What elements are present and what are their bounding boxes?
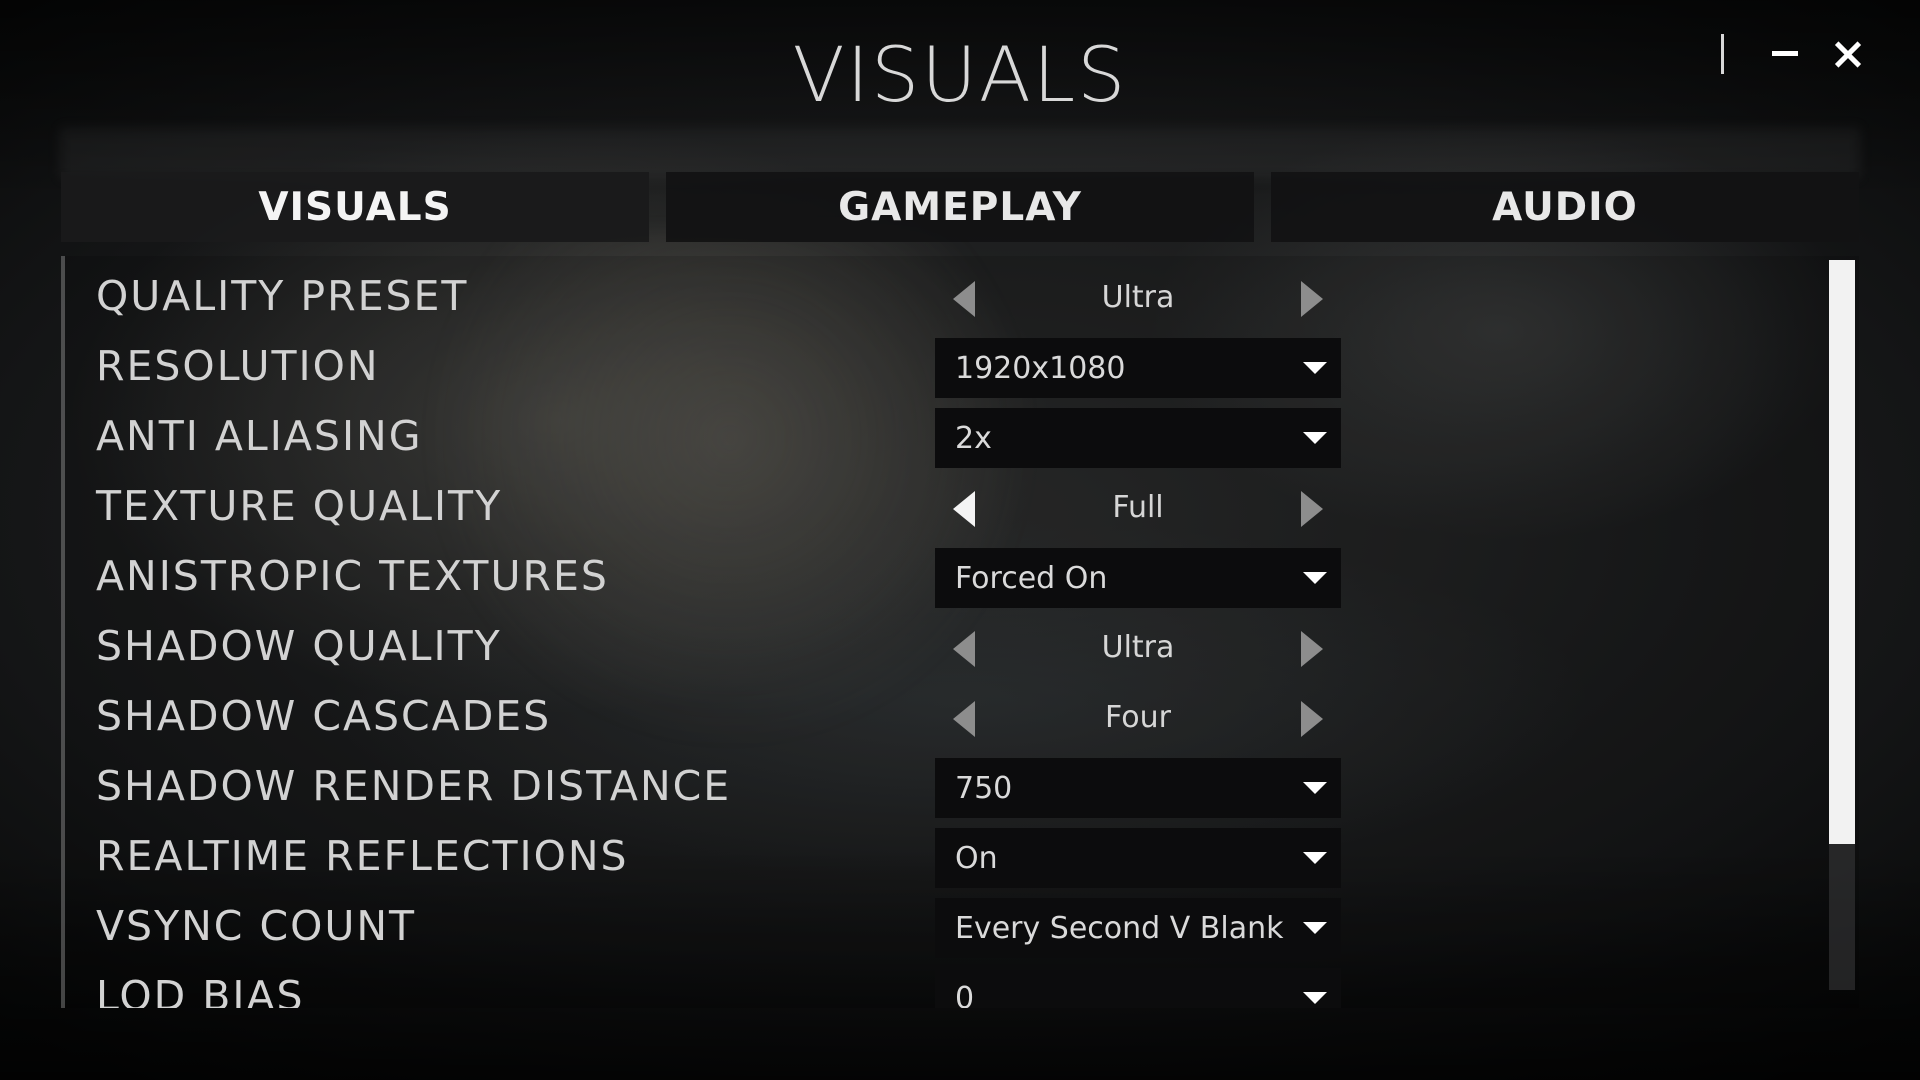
caret-down-icon [1303,922,1327,934]
shadow-cascades-stepper: Four [935,690,1341,748]
anti-aliasing-dropdown[interactable]: 2x [935,408,1341,468]
tab-audio[interactable]: AUDIO [1271,172,1859,242]
shadow-render-distance-dropdown[interactable]: 750 [935,758,1341,818]
dropdown-value: 750 [955,771,1013,806]
dropdown-value: Every Second V Blank [955,911,1284,946]
setting-row-shadow-quality: SHADOW QUALITY Ultra [61,614,1821,684]
texture-quality-stepper: Full [935,480,1341,538]
vsync-count-dropdown[interactable]: Every Second V Blank [935,898,1341,958]
dropdown-value: 1920x1080 [955,351,1126,386]
scrollbar-thumb[interactable] [1829,260,1855,844]
caret-down-icon [1303,992,1327,1004]
realtime-reflections-dropdown[interactable]: On [935,828,1341,888]
caret-down-icon [1303,782,1327,794]
setting-label: VSYNC COUNT [96,902,417,950]
minimize-icon [1772,51,1798,56]
arrow-left-icon[interactable] [943,491,983,527]
setting-row-anistropic-textures: ANISTROPIC TEXTURES Forced On [61,544,1821,614]
setting-row-quality-preset: QUALITY PRESET Ultra [61,264,1821,334]
setting-label: SHADOW RENDER DISTANCE [96,762,732,810]
minimize-button[interactable] [1764,34,1804,74]
setting-row-shadow-cascades: SHADOW CASCADES Four [61,684,1821,754]
resolution-dropdown[interactable]: 1920x1080 [935,338,1341,398]
window-controls-divider [1721,34,1724,74]
setting-row-shadow-render-distance: SHADOW RENDER DISTANCE 750 [61,754,1821,824]
arrow-left-icon[interactable] [943,701,983,737]
setting-label: SHADOW CASCADES [96,692,552,740]
setting-row-vsync-count: VSYNC COUNT Every Second V Blank [61,894,1821,964]
caret-down-icon [1303,852,1327,864]
stepper-value: Ultra [1101,280,1175,315]
settings-screen: VISUALS VISUALS GAMEPLAY AUDIO QUALITY P… [0,0,1920,1080]
arrow-right-icon[interactable] [1293,281,1333,317]
arrow-right-icon[interactable] [1293,491,1333,527]
setting-label: REALTIME REFLECTIONS [96,832,629,880]
tab-visuals[interactable]: VISUALS [61,172,649,242]
caret-down-icon [1303,572,1327,584]
anistropic-textures-dropdown[interactable]: Forced On [935,548,1341,608]
quality-preset-stepper: Ultra [935,270,1341,328]
window-controls [1721,34,1868,74]
setting-row-resolution: RESOLUTION 1920x1080 [61,334,1821,404]
stepper-value: Full [1112,490,1164,525]
tab-bar: VISUALS GAMEPLAY AUDIO [61,172,1859,242]
setting-label: SHADOW QUALITY [96,622,502,670]
shadow-quality-stepper: Ultra [935,620,1341,678]
tab-gameplay[interactable]: GAMEPLAY [666,172,1254,242]
caret-down-icon [1303,432,1327,444]
dropdown-value: On [955,841,998,876]
arrow-right-icon[interactable] [1293,701,1333,737]
scrollbar-track[interactable] [1829,260,1855,990]
dropdown-value: Forced On [955,561,1108,596]
setting-row-anti-aliasing: ANTI ALIASING 2x [61,404,1821,474]
setting-label: TEXTURE QUALITY [96,482,503,530]
dropdown-value: 0 [955,981,975,1008]
setting-label: ANISTROPIC TEXTURES [96,552,609,600]
setting-label: RESOLUTION [96,342,380,390]
lod-bias-dropdown[interactable]: 0 [935,968,1341,1008]
arrow-right-icon[interactable] [1293,631,1333,667]
setting-label: ANTI ALIASING [96,412,423,460]
setting-row-realtime-reflections: REALTIME REFLECTIONS On [61,824,1821,894]
setting-label: QUALITY PRESET [96,272,469,320]
setting-label: LOD BIAS [96,972,305,1008]
setting-row-texture-quality: TEXTURE QUALITY Full [61,474,1821,544]
settings-list: QUALITY PRESET Ultra RESOLUTION 1920x108… [61,256,1859,1008]
close-button[interactable] [1828,34,1868,74]
arrow-left-icon[interactable] [943,281,983,317]
stepper-value: Four [1105,700,1171,735]
stepper-value: Ultra [1101,630,1175,665]
page-title: VISUALS [792,30,1128,119]
arrow-left-icon[interactable] [943,631,983,667]
setting-row-lod-bias: LOD BIAS 0 [61,964,1821,1008]
dropdown-value: 2x [955,421,992,456]
caret-down-icon [1303,362,1327,374]
